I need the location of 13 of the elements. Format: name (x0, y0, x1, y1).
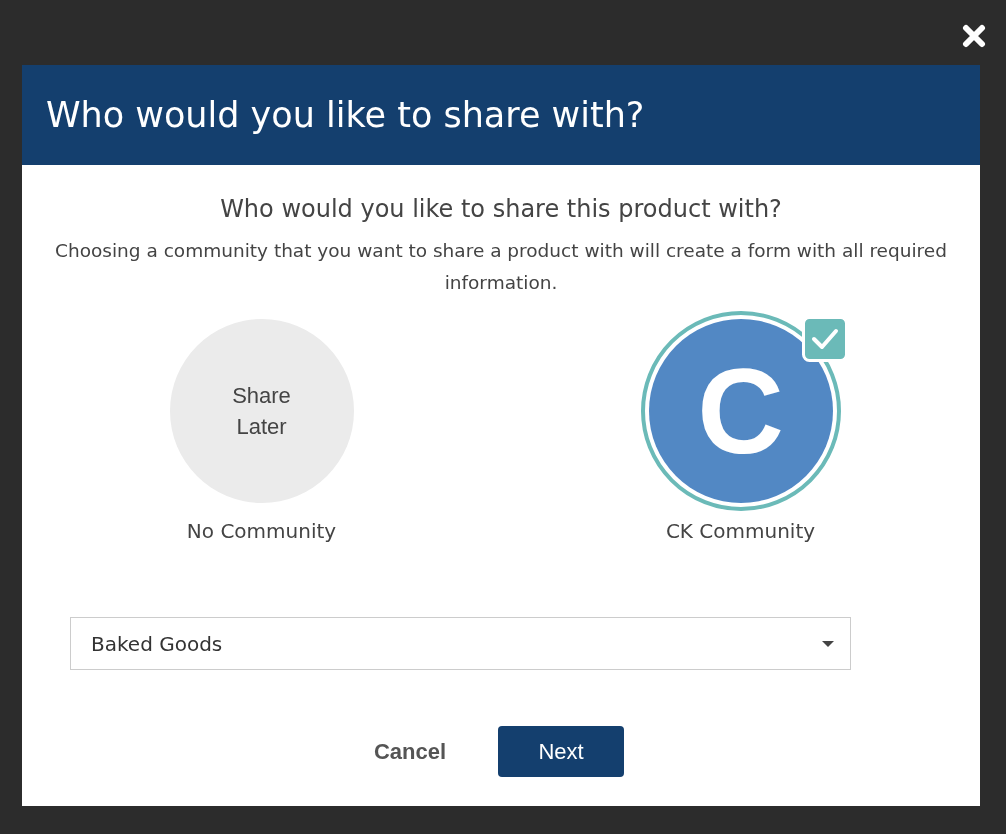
close-icon[interactable] (962, 24, 986, 48)
checkbox-icon (801, 316, 848, 362)
next-button[interactable]: Next (498, 726, 625, 777)
cancel-button[interactable]: Cancel (373, 730, 447, 773)
caret-icon (822, 640, 834, 647)
share-later-text: Share Later (231, 382, 292, 441)
dialog-title: Who would you like to share with? (46, 95, 645, 135)
dialog-heading: Who would you like to share this product with? (220, 195, 782, 223)
community-label: No Community (186, 519, 337, 543)
community-initial: C (697, 351, 784, 471)
community-label: CK Community (665, 519, 816, 543)
category-select[interactable]: Baked Goods (70, 617, 851, 670)
dialog-description: Choosing a community that you want to share a product with will create a form with all required information. (54, 239, 948, 295)
